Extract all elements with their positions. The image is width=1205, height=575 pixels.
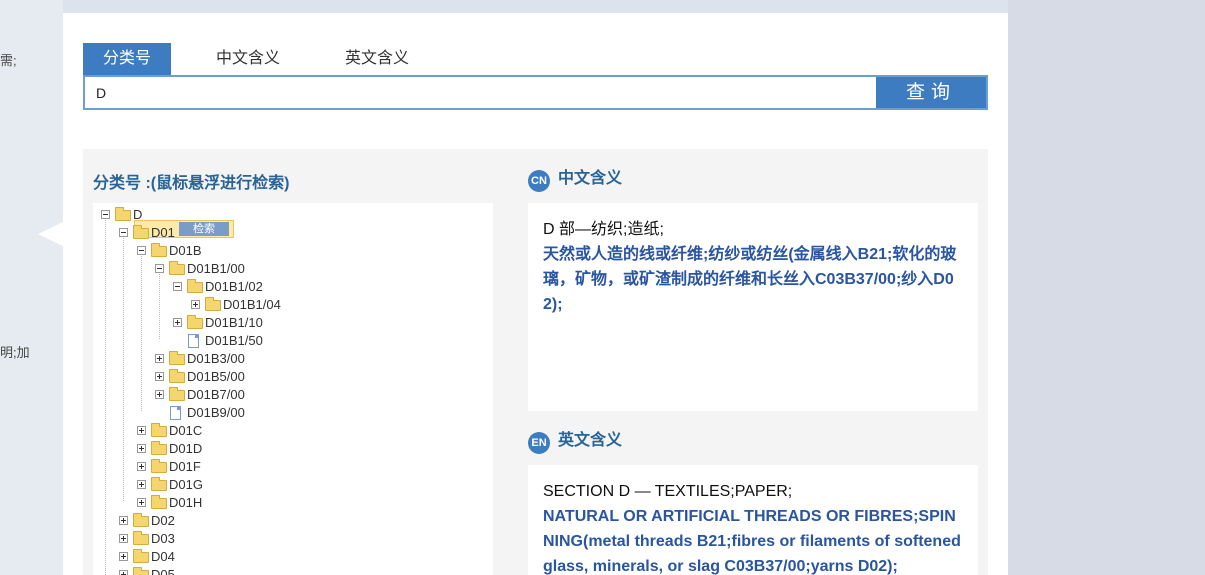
folder-icon [169,261,185,275]
expand-icon[interactable] [137,444,146,453]
left-text-fragment: 需; [0,53,17,68]
tree-node-label[interactable]: D01B3/00 [187,350,245,368]
folder-icon [205,297,221,311]
folder-icon [151,477,167,491]
expand-icon[interactable] [155,354,164,363]
folder-icon [151,495,167,509]
tree-node-label[interactable]: D03 [151,530,175,548]
folder-icon [133,567,149,575]
tree-node-label[interactable]: D01B [169,242,202,260]
tree-node-label[interactable]: D01B1/50 [205,332,263,350]
tree-node-label[interactable]: D05 [151,566,175,575]
cn-badge-icon: CN [528,170,550,192]
cn-definition-box: D 部—纺织;造纸; 天然或人造的线或纤维;纺纱或纺丝(金属线入B21;软化的玻… [528,203,978,411]
file-icon [170,406,181,420]
folder-icon [169,387,185,401]
en-definition-heading: SECTION D — TEXTILES;PAPER; [543,483,793,500]
expand-icon[interactable] [119,570,128,575]
folder-icon [169,351,185,365]
tree-node-label[interactable]: D01 [151,224,175,242]
expand-icon[interactable] [119,516,128,525]
tree-node-label[interactable]: D01C [169,422,202,440]
folder-icon [133,513,149,527]
folder-icon [151,423,167,437]
classification-search-panel: 分类号 中文含义 英文含义 查询 分类号 :(鼠标悬浮进行检索) DD01D01… [63,13,1008,575]
file-icon [188,334,199,348]
tree-guide-line [123,235,124,501]
expand-icon[interactable] [119,534,128,543]
expand-icon[interactable] [137,498,146,507]
search-input[interactable] [85,77,878,108]
expand-icon[interactable] [191,300,200,309]
tree-node-label[interactable]: D01B7/00 [187,386,245,404]
expand-icon[interactable] [137,462,146,471]
tree-guide-line [159,271,160,339]
collapse-icon[interactable] [155,264,164,273]
tree-node-label[interactable]: D [133,206,142,224]
tree-node-label[interactable]: D01G [169,476,203,494]
tree-node-label[interactable]: D01F [169,458,201,476]
tree-node-label[interactable]: D01B5/00 [187,368,245,386]
expand-icon[interactable] [137,426,146,435]
tree-node-label[interactable]: D02 [151,512,175,530]
tree-node-label[interactable]: D04 [151,548,175,566]
collapse-icon[interactable] [101,210,110,219]
folder-icon [169,369,185,383]
left-background-panel: 需; 明;加 [0,0,63,575]
tree-guide-line [141,253,142,411]
folder-icon [133,549,149,563]
tree-search-button[interactable]: 检索 [179,222,229,236]
expand-icon[interactable] [155,372,164,381]
expand-icon[interactable] [137,480,146,489]
right-background [1008,0,1205,575]
tree-guide-line [105,217,106,575]
tab-classification[interactable]: 分类号 [83,43,171,75]
en-section-title: 英文含义 [558,432,623,449]
tree-node-label[interactable]: D01B9/00 [187,404,245,422]
folder-icon [133,225,149,239]
folder-icon [187,279,203,293]
tree-node-label[interactable]: D01H [169,494,202,512]
tab-english-meaning[interactable]: 英文含义 [325,43,429,75]
tree-node-label[interactable]: D01B1/10 [205,314,263,332]
collapse-icon[interactable] [119,228,128,237]
folder-icon [151,243,167,257]
cn-definition-text: 天然或人造的线或纤维;纺纱或纺丝(金属线入B21;软化的玻璃，矿物，或矿渣制成的… [543,246,957,313]
expand-icon[interactable] [119,552,128,561]
cn-section-title: 中文含义 [558,170,623,187]
expand-icon[interactable] [155,390,164,399]
en-definition-text: NATURAL OR ARTIFICIAL THREADS OR FIBRES;… [543,508,961,575]
collapse-icon[interactable] [137,246,146,255]
folder-icon [151,441,167,455]
folder-icon [133,531,149,545]
cn-definition-heading: D 部—纺织;造纸; [543,221,664,238]
popup-pointer [38,222,63,246]
collapse-icon[interactable] [173,282,182,291]
tree-node-label[interactable]: D01B1/00 [187,260,245,278]
tab-chinese-meaning[interactable]: 中文含义 [196,43,300,75]
tree-node-label[interactable]: D01D [169,440,202,458]
left-text-fragment: 明;加 [0,345,30,360]
expand-icon[interactable] [173,318,182,327]
classification-tree: D D01 D01B D01B1/00 D01B1/02 D01B1/04 D01B1/10… [93,203,493,575]
en-definition-box: SECTION D — TEXTILES;PAPER; NATURAL OR A… [528,465,978,575]
folder-icon [115,207,131,221]
tree-title: 分类号 :(鼠标悬浮进行检索) [93,175,290,192]
results-area: 分类号 :(鼠标悬浮进行检索) D D01 D01B D01B1/00 D01B1/02… [83,149,988,575]
folder-icon [151,459,167,473]
search-button[interactable]: 查询 [876,77,986,108]
tree-node-label[interactable]: D01B1/04 [223,296,281,314]
tree-node-label[interactable]: D01B1/02 [205,278,263,296]
en-badge-icon: EN [528,432,550,454]
folder-icon [187,315,203,329]
search-bar: 查询 [83,75,988,110]
